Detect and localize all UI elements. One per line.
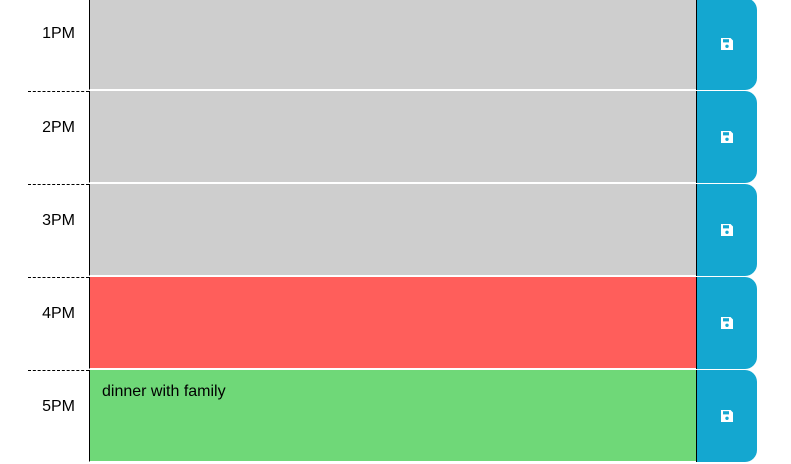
floppy-disk-icon <box>720 130 734 144</box>
save-button[interactable] <box>696 370 757 462</box>
hour-label: 4PM <box>28 277 89 369</box>
hour-label: 3PM <box>28 184 89 276</box>
event-description-input[interactable] <box>89 277 696 369</box>
floppy-disk-icon <box>720 37 734 51</box>
day-planner: 1PM 2PM 3PM 4PM 5PM dinner with family <box>0 0 791 464</box>
time-block-5pm: 5PM dinner with family <box>28 370 757 462</box>
floppy-disk-icon <box>720 409 734 423</box>
save-button[interactable] <box>696 277 757 369</box>
save-button[interactable] <box>696 91 757 183</box>
save-button[interactable] <box>696 0 757 90</box>
event-description-input[interactable] <box>89 91 696 183</box>
time-block-2pm: 2PM <box>28 91 757 183</box>
floppy-disk-icon <box>720 223 734 237</box>
event-description-input[interactable] <box>89 0 696 90</box>
floppy-disk-icon <box>720 316 734 330</box>
event-description-input[interactable] <box>89 184 696 276</box>
hour-label: 1PM <box>42 25 75 42</box>
time-block-4pm: 4PM <box>28 277 757 369</box>
time-block-3pm: 3PM <box>28 184 757 276</box>
event-description-input[interactable]: dinner with family <box>89 370 696 462</box>
time-block-1pm: 1PM <box>28 0 757 90</box>
hour-label: 2PM <box>28 91 89 183</box>
save-button[interactable] <box>696 184 757 276</box>
hour-label: 5PM <box>28 370 89 462</box>
